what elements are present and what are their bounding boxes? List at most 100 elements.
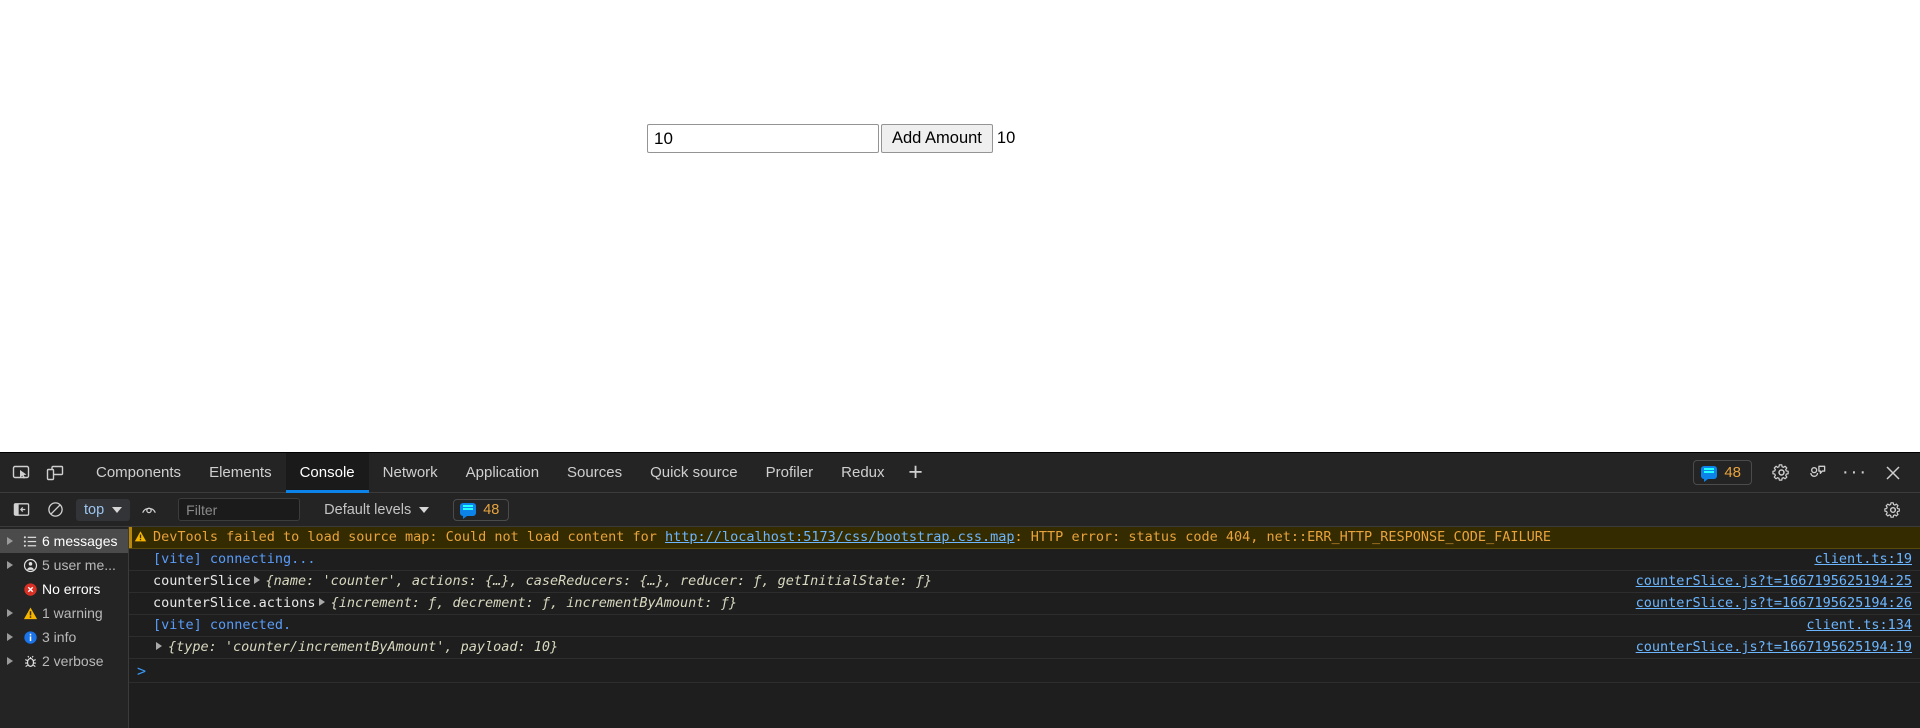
message-text: {type: 'counter/incrementByAmount', payl…: [151, 639, 1624, 656]
counter-widget: Add Amount 10: [647, 124, 1015, 153]
tab-label: Network: [383, 464, 438, 481]
message-source-link[interactable]: counterSlice.js?t=1667195625194:25: [1636, 573, 1912, 590]
filter-input[interactable]: [178, 498, 300, 521]
console-message-row[interactable]: {type: 'counter/incrementByAmount', payl…: [129, 637, 1920, 659]
tab-profiler[interactable]: Profiler: [752, 453, 828, 493]
expand-object-icon[interactable]: [319, 598, 325, 606]
tab-label: Sources: [567, 464, 622, 481]
message-gutter: [129, 639, 151, 640]
log-levels-label: Default levels: [324, 502, 411, 518]
tab-components[interactable]: Components: [82, 453, 195, 493]
sidebar-item-verbose[interactable]: 2 verbose: [0, 649, 128, 673]
device-toolbar-icon[interactable]: [38, 457, 72, 489]
clear-console-icon[interactable]: [40, 497, 70, 523]
execution-context-label: top: [84, 502, 104, 518]
add-tab-button[interactable]: +: [899, 453, 933, 493]
expand-arrow-icon[interactable]: [2, 537, 18, 545]
console-message-row[interactable]: [vite] connecting... client.ts:19: [129, 549, 1920, 571]
tab-label: Components: [96, 464, 181, 481]
message-gutter: [129, 551, 151, 552]
tab-elements[interactable]: Elements: [195, 453, 286, 493]
gear-icon[interactable]: [1764, 457, 1798, 489]
message-gutter: [129, 573, 151, 574]
sidebar-item-user-messages[interactable]: 5 user me...: [0, 553, 128, 577]
dock-side-icon[interactable]: [1800, 457, 1834, 489]
tab-label: Application: [466, 464, 539, 481]
tab-sources[interactable]: Sources: [553, 453, 636, 493]
info-icon: [18, 630, 42, 645]
execution-context-select[interactable]: top: [76, 499, 130, 521]
add-amount-button[interactable]: Add Amount: [881, 124, 993, 153]
gear-icon[interactable]: [1878, 497, 1908, 523]
tab-label: Redux: [841, 464, 884, 481]
expand-arrow-icon[interactable]: [2, 657, 18, 665]
chevron-down-icon: [112, 507, 122, 513]
inspect-element-icon[interactable]: [4, 457, 38, 489]
expand-arrow-icon[interactable]: [2, 633, 18, 641]
console-message-row[interactable]: [vite] connected. client.ts:134: [129, 615, 1920, 637]
message-source-link[interactable]: counterSlice.js?t=1667195625194:26: [1636, 595, 1912, 612]
tab-label: Console: [300, 464, 355, 481]
message-text-after: : HTTP error: status code 404, net::ERR_…: [1015, 529, 1551, 545]
expand-arrow-icon[interactable]: [2, 609, 18, 617]
tab-label: Elements: [209, 464, 272, 481]
expand-object-icon[interactable]: [254, 576, 260, 584]
close-icon[interactable]: [1876, 457, 1910, 489]
message-bubble-icon: [460, 503, 476, 516]
message-text: [vite] connected.: [151, 617, 1794, 634]
tab-network[interactable]: Network: [369, 453, 452, 493]
live-expression-icon[interactable]: [134, 497, 164, 523]
tab-redux[interactable]: Redux: [827, 453, 898, 493]
devtools-tabbar: Components Elements Console Network Appl…: [0, 453, 1920, 493]
tab-console[interactable]: Console: [286, 453, 369, 493]
log-levels-select[interactable]: Default levels: [318, 499, 435, 521]
sidebar-item-label: 1 warning: [42, 605, 103, 621]
tab-quick-source[interactable]: Quick source: [636, 453, 752, 493]
message-text: DevTools failed to load source map: Coul…: [151, 529, 1912, 546]
console-message-row[interactable]: counterSlice.actions {increment: ƒ, decre…: [129, 593, 1920, 615]
message-bubble-icon: [1701, 466, 1717, 479]
devtools-tab-list: Components Elements Console Network Appl…: [82, 453, 933, 493]
message-gutter: [129, 617, 151, 618]
sidebar-item-warnings[interactable]: 1 warning: [0, 601, 128, 625]
console-message-row[interactable]: DevTools failed to load source map: Coul…: [129, 527, 1920, 549]
message-text: counterSlice{name: 'counter', actions: {…: [151, 573, 1624, 590]
more-options-icon[interactable]: ···: [1836, 461, 1874, 484]
sidebar-item-label: 6 messages: [42, 533, 117, 549]
console-message-row[interactable]: counterSlice{name: 'counter', actions: {…: [129, 571, 1920, 593]
message-label: counterSlice.actions: [153, 595, 316, 611]
message-source-link[interactable]: client.ts:19: [1814, 551, 1912, 568]
counter-value-display: 10: [997, 124, 1015, 153]
toolbar-message-count-badge[interactable]: 48: [453, 499, 509, 521]
message-count-badge[interactable]: 48: [1693, 460, 1752, 485]
source-map-url[interactable]: http://localhost:5173/css/bootstrap.css.…: [665, 529, 1015, 545]
chevron-down-icon: [419, 507, 429, 513]
message-label: counterSlice: [153, 573, 251, 589]
sidebar-item-label: 3 info: [42, 629, 76, 645]
sidebar-item-errors[interactable]: No errors: [0, 577, 128, 601]
list-icon: [18, 534, 42, 549]
sidebar-toggle-icon[interactable]: [6, 497, 36, 523]
message-text: [vite] connecting...: [151, 551, 1802, 568]
toolbar-message-count: 48: [483, 502, 499, 518]
message-source-link[interactable]: counterSlice.js?t=1667195625194:19: [1636, 639, 1912, 656]
message-gutter: [129, 595, 151, 596]
sidebar-item-info[interactable]: 3 info: [0, 625, 128, 649]
expand-arrow-icon[interactable]: [2, 561, 18, 569]
message-source-link[interactable]: client.ts:134: [1806, 617, 1912, 634]
console-sidebar: 6 messages 5 user me...: [0, 527, 129, 728]
sidebar-item-label: No errors: [42, 581, 100, 597]
message-object-preview: {increment: ƒ, decrement: ƒ, incrementBy…: [331, 595, 737, 611]
warning-icon: [129, 529, 151, 543]
tab-label: Profiler: [766, 464, 814, 481]
prompt-chevron-icon: >: [137, 662, 146, 680]
amount-input[interactable]: [647, 124, 879, 153]
expand-object-icon[interactable]: [156, 642, 162, 650]
console-messages-list[interactable]: DevTools failed to load source map: Coul…: [129, 527, 1920, 728]
sidebar-item-messages[interactable]: 6 messages: [0, 529, 128, 553]
message-object-preview: {type: 'counter/incrementByAmount', payl…: [168, 639, 558, 655]
console-prompt-row[interactable]: >: [129, 659, 1920, 683]
tab-application[interactable]: Application: [452, 453, 553, 493]
console-body: 6 messages 5 user me...: [0, 527, 1920, 728]
console-filter-toolbar: top Default levels 48: [0, 493, 1920, 527]
